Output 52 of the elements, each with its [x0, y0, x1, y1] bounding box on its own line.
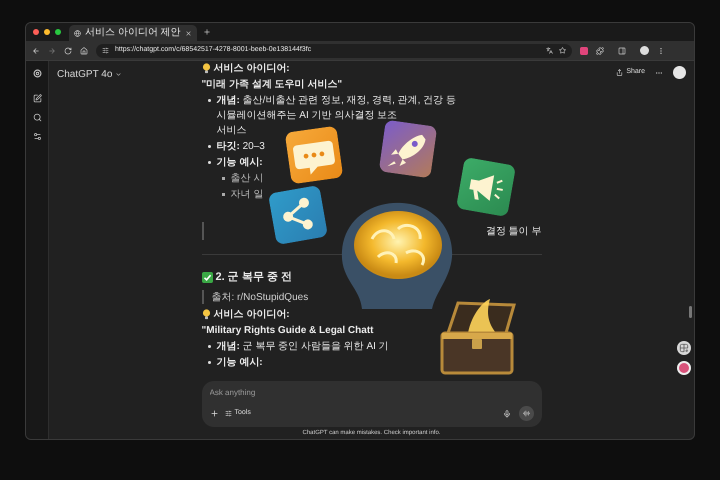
- user-avatar[interactable]: [673, 66, 686, 79]
- section-heading: 2. 군 복무 중 전: [216, 270, 292, 285]
- browser-tab[interactable]: 서비스 아이디어 제안: [69, 25, 197, 41]
- bullet-text: 결정 틀이 부: [486, 224, 542, 238]
- maximize-window-icon[interactable]: [55, 29, 61, 35]
- idea-title: "미래 가족 설계 도우미 서비스": [202, 78, 342, 92]
- message-input[interactable]: Ask anything: [210, 387, 410, 399]
- voice-mode-button[interactable]: [518, 406, 534, 421]
- reload-icon[interactable]: [64, 46, 72, 54]
- tab-title: 서비스 아이디어 제안: [85, 28, 181, 38]
- close-tab-icon[interactable]: [185, 30, 192, 36]
- widget-grid-icon[interactable]: [677, 341, 691, 355]
- model-selector[interactable]: ChatGPT 4o: [57, 67, 112, 82]
- minimize-window-icon[interactable]: [44, 29, 50, 35]
- tools-icon: [224, 410, 232, 417]
- new-chat-icon[interactable]: [32, 94, 42, 103]
- section-label: 서비스 아이디어:: [214, 308, 290, 322]
- bullet-text: 타깃: 20–3: [216, 140, 265, 154]
- microphone-icon[interactable]: [502, 410, 510, 418]
- site-favicon-icon: [74, 30, 81, 36]
- lightbulb-icon: [202, 63, 210, 74]
- check-mark-icon: [202, 272, 212, 282]
- forward-icon[interactable]: [48, 46, 56, 54]
- extension-icon[interactable]: [580, 46, 588, 54]
- bullet-text: 개념: 군 복무 중인 사람들을 위한 AI 기: [216, 340, 389, 354]
- lightbulb-icon: [202, 309, 210, 320]
- search-icon[interactable]: [32, 113, 42, 122]
- home-icon[interactable]: [80, 46, 88, 54]
- side-panel-icon[interactable]: [618, 46, 626, 54]
- idea-title: "Military Rights Guide & Legal Chatt: [202, 324, 374, 338]
- app-logo-icon[interactable]: [32, 69, 42, 78]
- bookmark-star-icon[interactable]: [559, 47, 566, 54]
- translate-icon[interactable]: [546, 47, 553, 54]
- site-settings-icon[interactable]: [102, 47, 109, 54]
- share-icon: [616, 69, 624, 76]
- profile-avatar-icon[interactable]: [640, 46, 649, 55]
- caret-icon: [115, 71, 122, 78]
- bullet-text: 시뮬레이션해주는 AI 기반 의사결정 보조: [216, 109, 398, 123]
- close-window-icon[interactable]: [33, 29, 39, 35]
- sub-bullet-text: 출산 시: [230, 172, 264, 186]
- voice-wave-icon: [522, 410, 530, 417]
- sub-bullet-text: 자녀 일: [230, 188, 264, 202]
- bullet-text: 서비스: [216, 124, 246, 138]
- bullet-text: 개념: 출산/비출산 관련 정보, 재정, 경력, 관계, 건강 등: [216, 94, 456, 108]
- add-attachment-icon[interactable]: [210, 409, 218, 418]
- bullet-text: 기능 예시:: [216, 156, 263, 170]
- back-icon[interactable]: [32, 46, 40, 54]
- section-label: 서비스 아이디어:: [214, 62, 290, 76]
- new-tab-icon[interactable]: [203, 28, 211, 36]
- bullet-text: 기능 예시:: [216, 356, 263, 370]
- source-quote: 출처: r/NoStupidQues: [212, 290, 308, 304]
- extensions-puzzle-icon[interactable]: [596, 46, 604, 54]
